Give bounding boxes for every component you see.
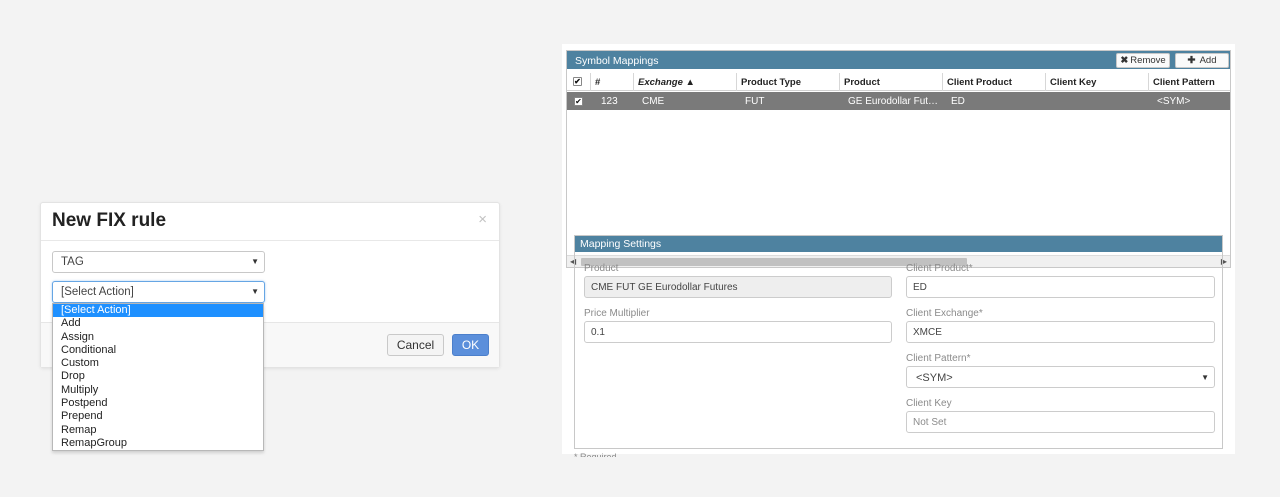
dropdown-option-assign[interactable]: Assign — [53, 331, 263, 344]
dropdown-option-remapgroup[interactable]: RemapGroup — [53, 437, 263, 450]
field-type-select[interactable]: TAG ▼ — [52, 251, 265, 273]
symbol-mapping-panel: Symbol Mappings ✖ Remove ✚ Add ✔ # Exchan… — [562, 44, 1235, 454]
grid-column-headers: ✔ # Exchange ▲ Product Type Product Clie… — [567, 73, 1230, 91]
action-select[interactable]: [Select Action] ▼ — [52, 281, 265, 303]
cell-id: 123 — [601, 96, 618, 107]
column-header-exchange-label: Exchange — [638, 77, 683, 88]
column-header-product[interactable]: Product — [840, 73, 943, 91]
close-icon: ✖ — [1120, 55, 1129, 66]
client-pattern-label: Client Pattern* — [906, 353, 971, 364]
action-dropdown-list: [Select Action] Add Assign Conditional C… — [52, 303, 264, 451]
column-header-number[interactable]: # — [591, 73, 634, 91]
client-key-label: Client Key — [906, 398, 952, 409]
dialog-title: New FIX rule — [52, 210, 167, 231]
price-multiplier-label: Price Multiplier — [584, 308, 650, 319]
dropdown-option-conditional[interactable]: Conditional — [53, 344, 263, 357]
field-type-value: TAG — [61, 256, 84, 268]
row-checkbox[interactable]: ✔ — [574, 97, 583, 106]
dropdown-option-prepend[interactable]: Prepend — [53, 410, 263, 423]
client-exchange-input[interactable]: XMCE — [906, 321, 1215, 343]
price-multiplier-input[interactable]: 0.1 — [584, 321, 892, 343]
mapping-settings-title: Mapping Settings — [575, 236, 1222, 252]
column-header-client-key[interactable]: Client Key — [1046, 73, 1149, 91]
client-pattern-value: <SYM> — [916, 372, 953, 384]
add-button[interactable]: ✚ Add — [1175, 53, 1229, 68]
ok-button[interactable]: OK — [452, 334, 489, 356]
sort-ascending-icon: ▲ — [685, 77, 695, 88]
cell-client-key — [1050, 92, 1149, 110]
remove-button-label: Remove — [1130, 55, 1166, 66]
remove-button[interactable]: ✖ Remove — [1116, 53, 1170, 68]
required-footnote: * Required — [574, 452, 617, 457]
product-label: Product — [584, 263, 619, 274]
select-all-checkbox[interactable]: ✔ — [573, 77, 582, 86]
dropdown-option-multiply[interactable]: Multiply — [53, 384, 263, 397]
cell-product: GE Eurodollar Fut… — [848, 96, 939, 107]
cell-product-type: FUT — [745, 96, 765, 107]
client-exchange-label: Client Exchange* — [906, 308, 983, 319]
chevron-down-icon: ▼ — [251, 257, 259, 266]
action-select-value: [Select Action] — [61, 286, 134, 298]
chevron-down-icon: ▼ — [251, 287, 259, 296]
column-header-client-product[interactable]: Client Product — [943, 73, 1046, 91]
close-icon[interactable]: × — [478, 211, 487, 228]
dropdown-option-remap[interactable]: Remap — [53, 424, 263, 437]
mapping-settings-section: Mapping Settings Product CME FUT GE Euro… — [574, 235, 1223, 449]
client-product-input[interactable]: ED — [906, 276, 1215, 298]
cell-exchange: CME — [642, 96, 665, 107]
dropdown-option-add[interactable]: Add — [53, 317, 263, 330]
plus-icon: ✚ — [1187, 55, 1196, 66]
grid-header: Symbol Mappings ✖ Remove ✚ Add — [567, 51, 1230, 69]
select-all-column: ✔ — [567, 73, 591, 91]
table-row[interactable]: ✔ 123 CME FUT GE Eurodollar Fut… ED <SYM… — [567, 92, 1230, 110]
chevron-down-icon: ▼ — [1201, 373, 1209, 382]
column-header-product-type[interactable]: Product Type — [737, 73, 840, 91]
client-key-input[interactable]: Not Set — [906, 411, 1215, 433]
cell-client-product: ED — [951, 96, 965, 107]
column-header-client-pattern[interactable]: Client Pattern — [1149, 73, 1232, 91]
dropdown-option-postpend[interactable]: Postpend — [53, 397, 263, 410]
client-pattern-select[interactable]: <SYM> ▼ — [906, 366, 1215, 388]
client-product-label: Client Product* — [906, 263, 973, 274]
add-button-label: Add — [1199, 55, 1217, 66]
dropdown-option-select-action[interactable]: [Select Action] — [53, 304, 263, 318]
cancel-button[interactable]: Cancel — [387, 334, 444, 356]
grid-title: Symbol Mappings — [575, 55, 659, 67]
product-field: CME FUT GE Eurodollar Futures — [584, 276, 892, 298]
column-header-exchange[interactable]: Exchange ▲ — [634, 73, 737, 91]
cell-client-pattern: <SYM> — [1157, 96, 1191, 107]
dropdown-option-custom[interactable]: Custom — [53, 357, 263, 370]
dialog-header: New FIX rule × — [41, 203, 499, 241]
dropdown-option-drop[interactable]: Drop — [53, 370, 263, 383]
